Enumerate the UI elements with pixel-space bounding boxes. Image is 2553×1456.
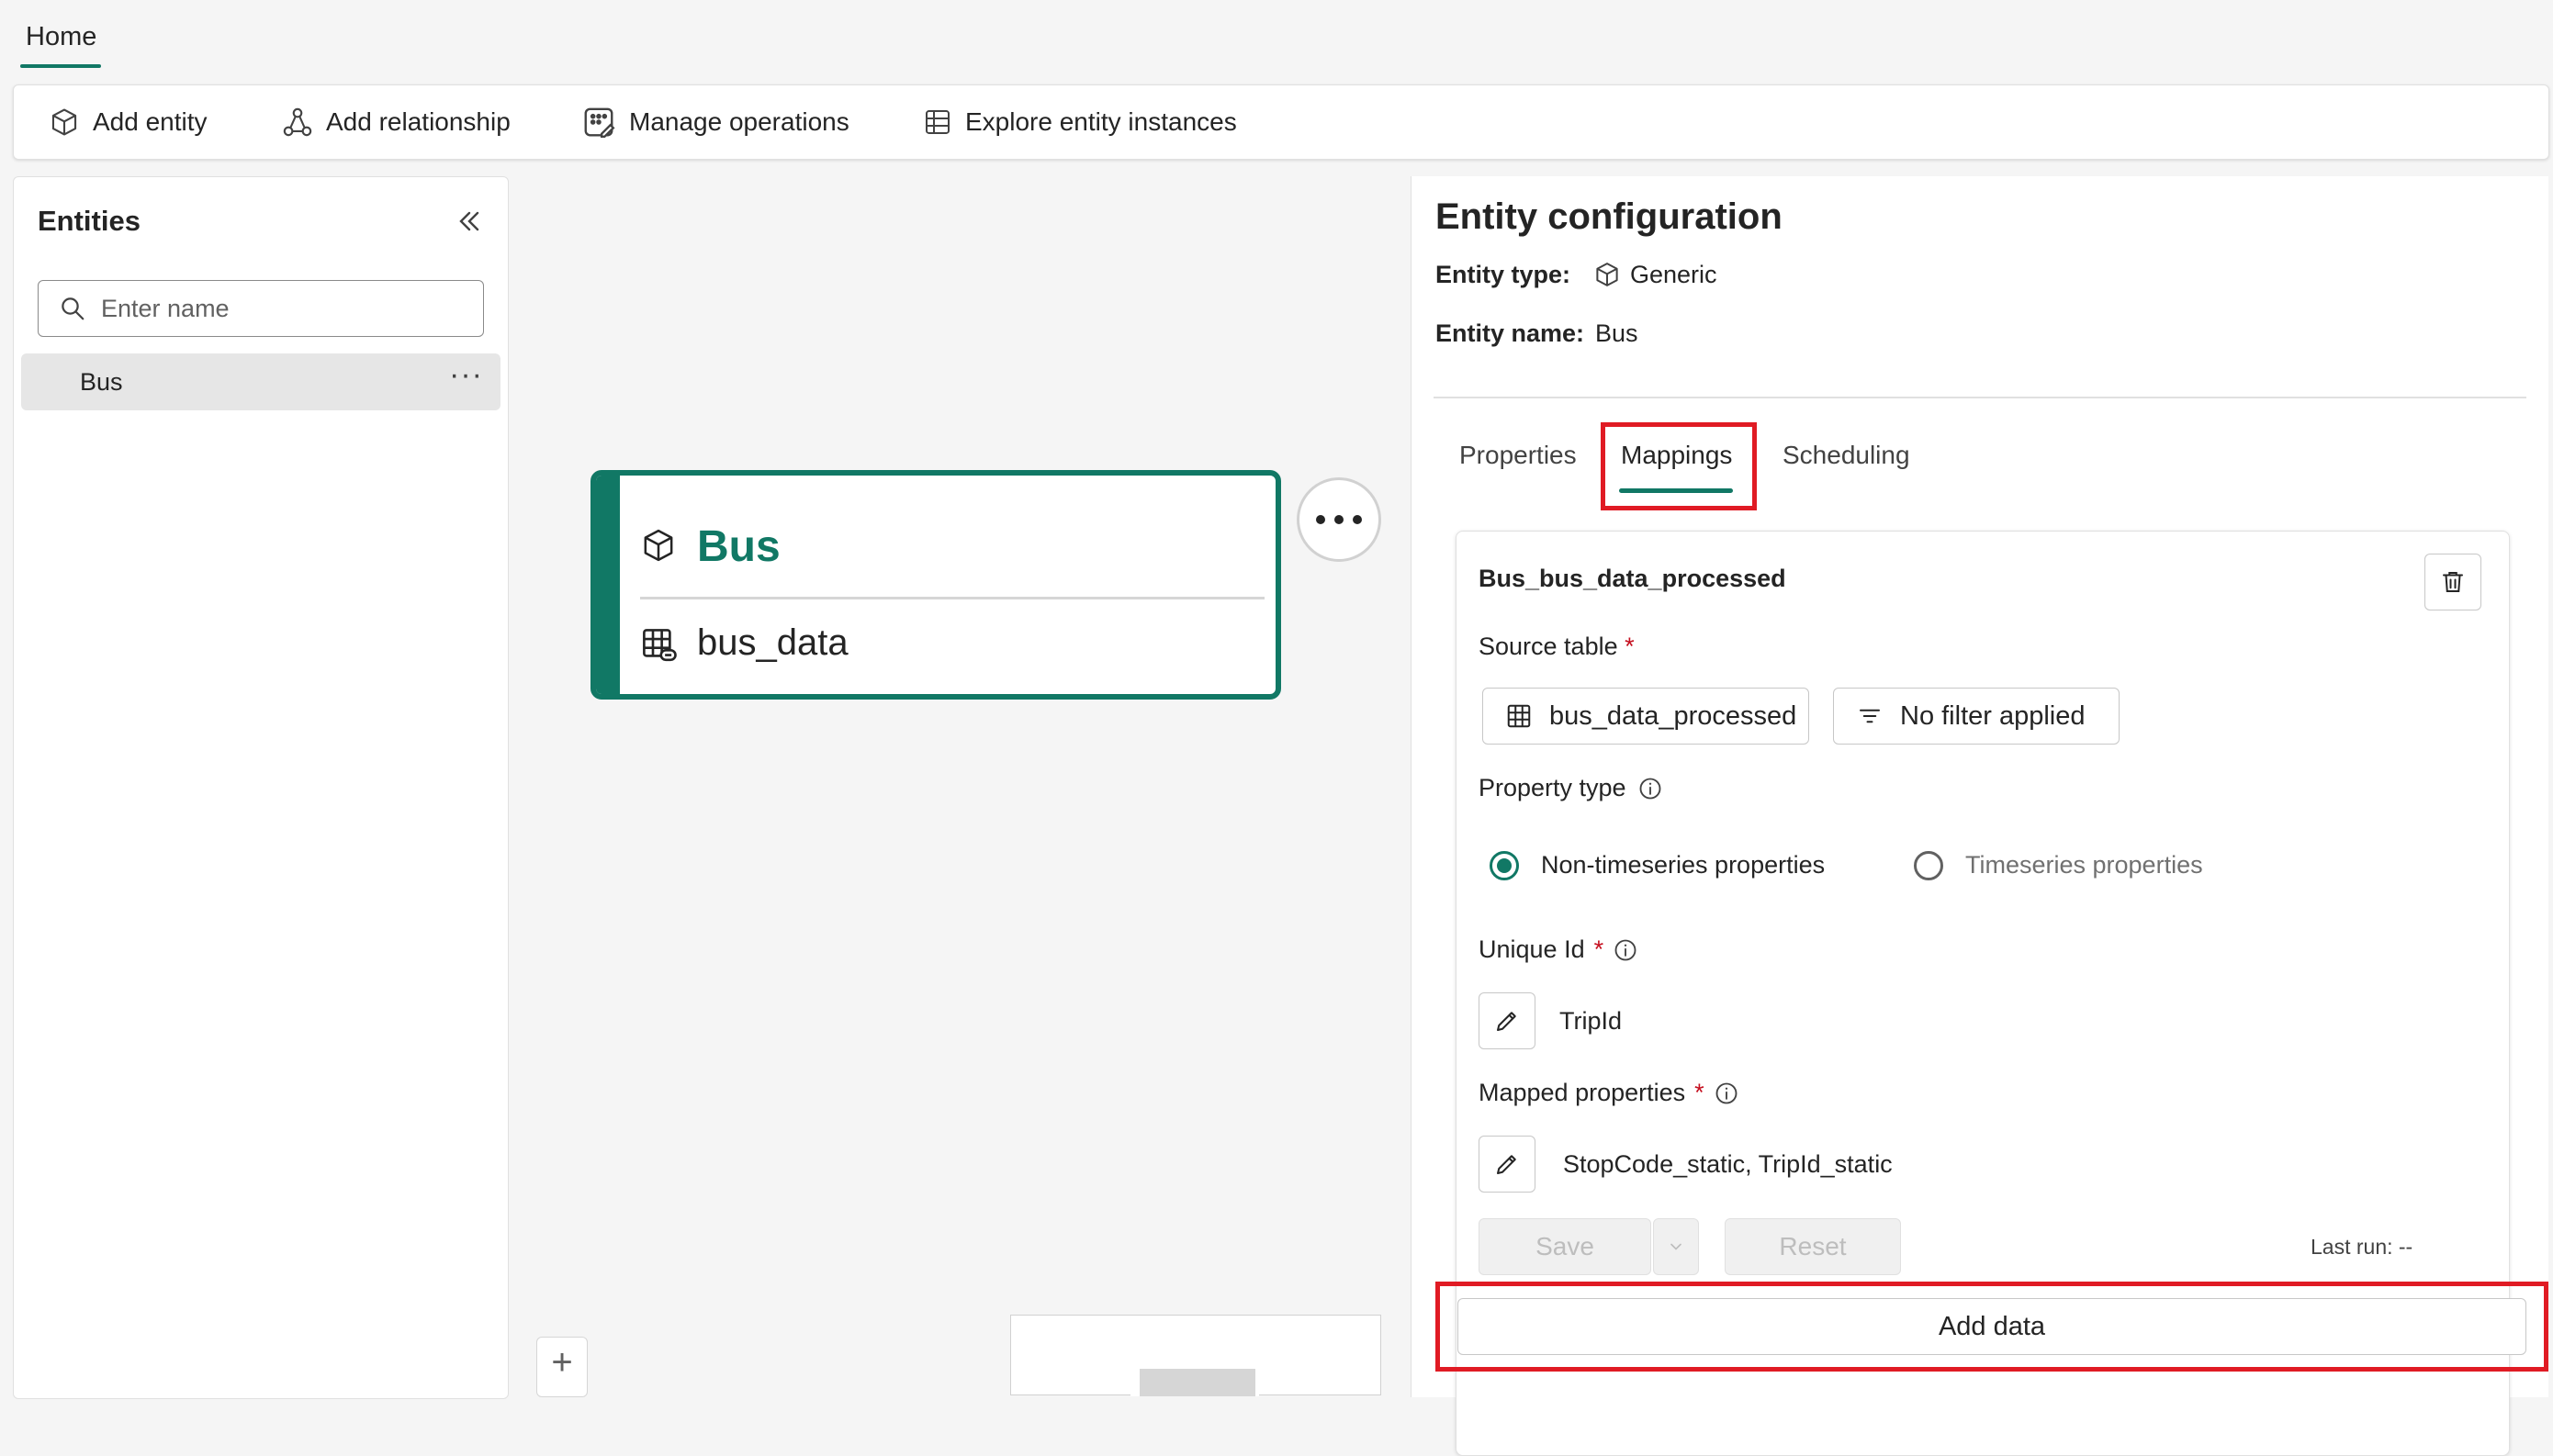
tab-scheduling[interactable]: Scheduling: [1783, 441, 1910, 470]
mapping-name: Bus_bus_data_processed: [1479, 565, 1786, 592]
entity-list-item[interactable]: Bus ···: [21, 353, 500, 410]
explore-entity-instances-button[interactable]: Explore entity instances: [923, 85, 1237, 159]
collapse-panel-icon[interactable]: [453, 205, 486, 238]
zoom-in-button[interactable]: +: [536, 1337, 588, 1397]
add-relationship-button[interactable]: Add relationship: [282, 85, 511, 159]
entity-search-box[interactable]: [38, 280, 484, 337]
delete-mapping-button[interactable]: [2424, 554, 2481, 610]
entity-configuration-panel: Entity configuration Entity type: Generi…: [1411, 176, 2548, 1456]
graph-canvas[interactable]: [511, 176, 1411, 1397]
entity-type-label: Entity type:: [1435, 261, 1571, 288]
panel-title: Entity configuration: [1435, 196, 1783, 237]
required-mark: *: [1694, 1079, 1704, 1106]
table-icon: [923, 107, 952, 137]
info-icon[interactable]: [1613, 937, 1638, 963]
entity-name-label: Entity name:: [1435, 319, 1585, 347]
pencil-icon: [1493, 1007, 1521, 1035]
entities-title: Entities: [38, 205, 141, 237]
explore-entity-instances-label: Explore entity instances: [965, 107, 1237, 136]
entity-node-bus[interactable]: Bus bus_data: [590, 470, 1281, 700]
unique-id-row: Unique Id *: [1479, 935, 1638, 964]
unique-id-label: Unique Id: [1479, 935, 1585, 963]
radio-timeseries[interactable]: [1914, 851, 1943, 880]
manage-operations-label: Manage operations: [629, 107, 849, 136]
radio-non-timeseries-label: Non-timeseries properties: [1541, 851, 1826, 879]
node-more-options-button[interactable]: [1297, 477, 1381, 562]
unique-id-value: TripId: [1559, 1007, 1623, 1035]
property-type-row: Property type: [1479, 774, 1663, 802]
chevron-down-icon: [1667, 1238, 1685, 1256]
cube-icon: [49, 106, 80, 138]
entity-type-value: Generic: [1630, 261, 1717, 288]
radio-non-timeseries[interactable]: [1490, 851, 1519, 880]
minimap[interactable]: [1010, 1315, 1381, 1396]
tab-home[interactable]: Home: [26, 22, 96, 52]
node-accent-bar: [596, 476, 620, 694]
add-entity-button[interactable]: Add entity: [49, 85, 208, 159]
linked-table-icon: [640, 626, 679, 665]
search-input[interactable]: [99, 293, 452, 324]
add-data-button[interactable]: Add data: [1457, 1298, 2526, 1355]
divider: [1434, 397, 2526, 398]
last-run-text: Last run: --: [2311, 1235, 2413, 1259]
entity-list-item-label: Bus: [80, 368, 123, 396]
filter-label: No filter applied: [1900, 700, 2086, 731]
search-icon: [59, 295, 86, 322]
mapped-properties-value: StopCode_static, TripId_static: [1563, 1150, 1893, 1178]
property-type-label: Property type: [1479, 774, 1626, 801]
radio-timeseries-label: Timeseries properties: [1965, 851, 2203, 879]
entity-name-value: Bus: [1595, 319, 1638, 347]
entities-panel: Entities Bus ···: [13, 176, 509, 1399]
info-icon[interactable]: [1714, 1081, 1739, 1106]
node-source-table: bus_data: [697, 622, 849, 663]
pencil-icon: [1493, 1150, 1521, 1178]
filter-icon: [1856, 702, 1884, 730]
cube-icon: [640, 527, 677, 564]
mapped-properties-label: Mapped properties: [1479, 1079, 1686, 1106]
minimap-node: [1140, 1369, 1255, 1396]
ribbon-toolbar: Add entity Add relationship Manage opera…: [13, 84, 2549, 160]
required-mark: *: [1593, 935, 1604, 963]
filter-button[interactable]: No filter applied: [1833, 688, 2120, 745]
edit-mapped-properties-button[interactable]: [1479, 1136, 1535, 1193]
source-table-label-text: Source table: [1479, 633, 1618, 660]
manage-operations-button[interactable]: Manage operations: [581, 85, 849, 159]
tab-home-underline: [20, 64, 101, 68]
save-dropdown-button[interactable]: [1653, 1218, 1699, 1275]
table-icon: [1505, 702, 1533, 730]
node-divider: [640, 597, 1265, 599]
trash-icon: [2439, 568, 2467, 596]
operations-icon: [581, 105, 616, 140]
source-table-label: Source table *: [1479, 633, 1635, 661]
save-button[interactable]: Save: [1479, 1218, 1651, 1275]
add-relationship-label: Add relationship: [326, 107, 511, 136]
node-title: Bus: [697, 522, 781, 571]
more-options-icon[interactable]: ···: [449, 357, 483, 393]
mapped-properties-row: Mapped properties *: [1479, 1079, 1739, 1107]
info-icon[interactable]: [1637, 776, 1663, 801]
add-entity-label: Add entity: [93, 107, 208, 136]
edit-unique-id-button[interactable]: [1479, 992, 1535, 1049]
required-mark: *: [1625, 633, 1635, 660]
source-table-button[interactable]: bus_data_processed: [1482, 688, 1809, 745]
relationship-icon: [282, 106, 313, 138]
mappings-tab-highlight: [1601, 422, 1757, 510]
source-table-value: bus_data_processed: [1549, 700, 1797, 731]
cube-icon: [1593, 261, 1621, 288]
tab-properties[interactable]: Properties: [1459, 441, 1577, 470]
reset-button[interactable]: Reset: [1725, 1218, 1901, 1275]
